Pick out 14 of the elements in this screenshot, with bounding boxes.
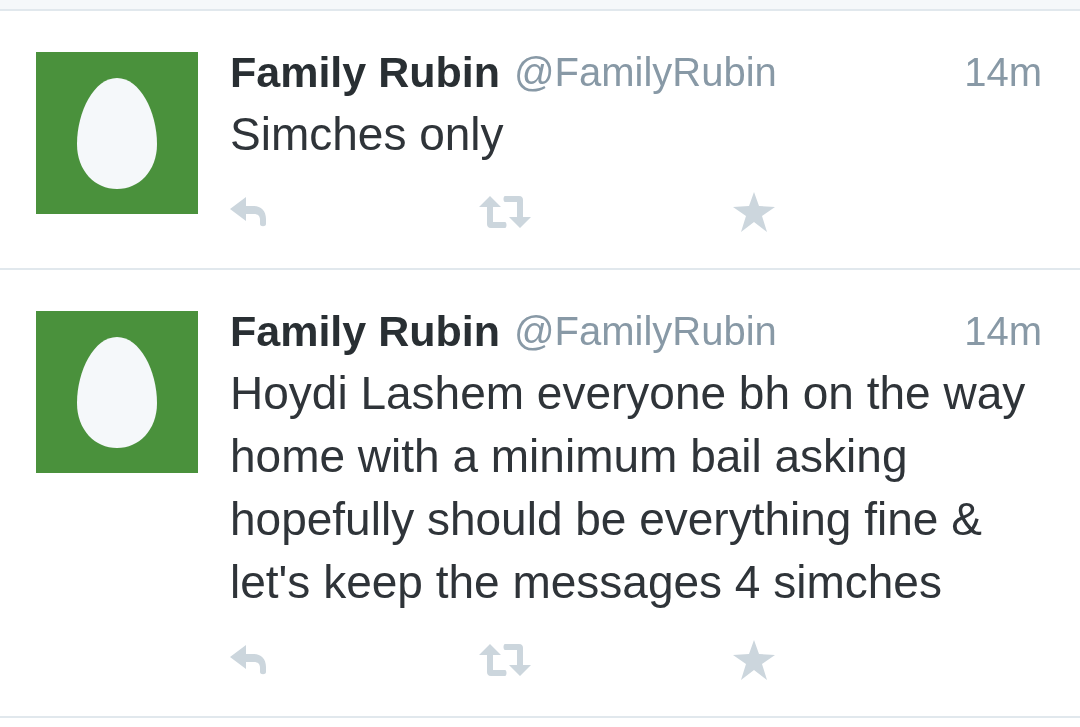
- tweet-text: Hoydi Lashem everyone bh on the way home with a minimum bail asking hopefully should be everything fine & let's keep the messages 4 simches: [230, 366, 1027, 610]
- retweet-icon[interactable]: [478, 196, 532, 228]
- user-handle: @FamilyRubin: [513, 52, 777, 92]
- star-icon[interactable]: [733, 192, 775, 232]
- tweet-time: 14m: [964, 52, 1042, 92]
- tweet-time: 14m: [964, 311, 1042, 351]
- user-name: Family Rubin: [230, 309, 500, 353]
- user-handle: @FamilyRubin: [513, 311, 777, 351]
- user-name: Family Rubin: [230, 50, 500, 94]
- egg-avatar-icon[interactable]: [36, 52, 198, 214]
- retweet-icon[interactable]: [478, 644, 532, 676]
- tweet-text: Simches only: [230, 107, 505, 162]
- star-icon[interactable]: [733, 640, 775, 680]
- egg-avatar-icon[interactable]: [36, 311, 198, 473]
